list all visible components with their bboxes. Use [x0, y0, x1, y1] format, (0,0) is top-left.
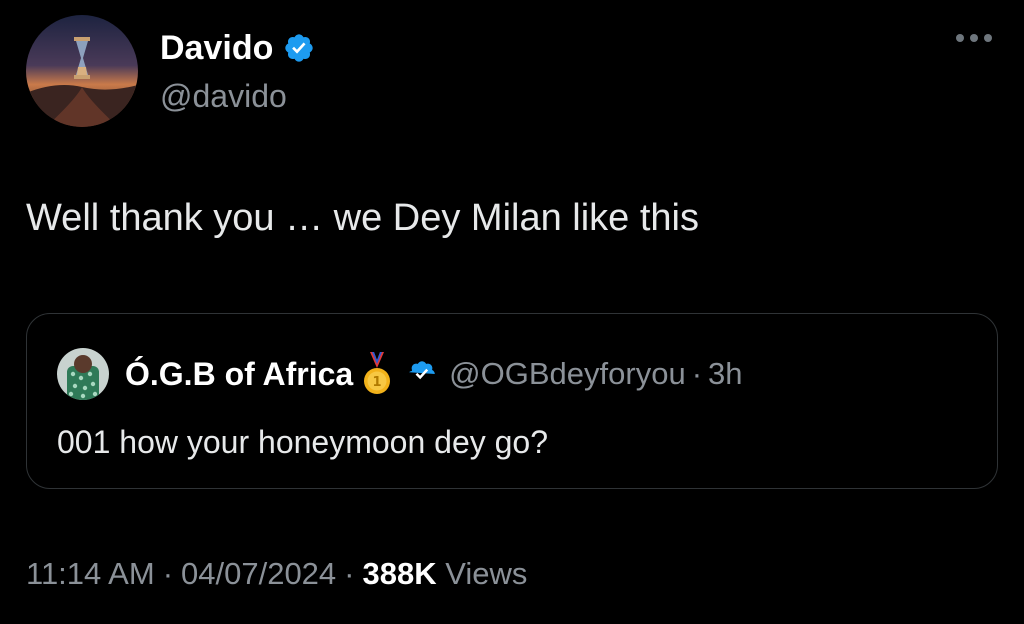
meta-separator: · — [344, 556, 355, 591]
tweet-card: Davido @davido Well thank you … we Dey M… — [0, 0, 1024, 624]
more-options-icon[interactable] — [956, 34, 992, 42]
tweet-text: Well thank you … we Dey Milan like this — [26, 197, 699, 239]
tweet-date[interactable]: 04/07/2024 — [181, 556, 336, 591]
verified-badge-icon — [283, 32, 315, 64]
author-handle[interactable]: @davido — [160, 76, 287, 116]
dot — [984, 34, 992, 42]
svg-text:1: 1 — [373, 375, 382, 390]
author-avatar[interactable] — [26, 15, 138, 127]
quoted-header: Ó.G.B of Africa 1 @OGBdeyforyou · 3h — [125, 352, 743, 396]
gold-medal-icon: 1 — [361, 352, 393, 396]
quoted-verified-badge-icon — [407, 359, 437, 389]
tweet-time[interactable]: 11:14 AM — [26, 556, 155, 591]
quoted-tweet[interactable]: Ó.G.B of Africa 1 @OGBdeyforyou · 3h 001… — [26, 313, 998, 489]
views-count[interactable]: 388K — [363, 556, 437, 591]
quoted-handle[interactable]: @OGBdeyforyou — [449, 354, 686, 394]
quoted-text: 001 how your honeymoon dey go? — [57, 424, 549, 460]
quoted-time[interactable]: 3h — [708, 356, 742, 392]
author-name-row: Davido — [160, 28, 315, 68]
quoted-author-avatar[interactable] — [57, 348, 109, 400]
views-label: Views — [445, 556, 528, 591]
quoted-display-name[interactable]: Ó.G.B of Africa — [125, 354, 353, 394]
meta-separator: · — [162, 556, 174, 591]
quoted-separator: · — [691, 356, 703, 391]
tweet-meta: 11:14 AM · 04/07/2024 · 388K Views — [26, 554, 527, 594]
dot — [956, 34, 964, 42]
author-display-name[interactable]: Davido — [160, 28, 273, 68]
dot — [970, 34, 978, 42]
